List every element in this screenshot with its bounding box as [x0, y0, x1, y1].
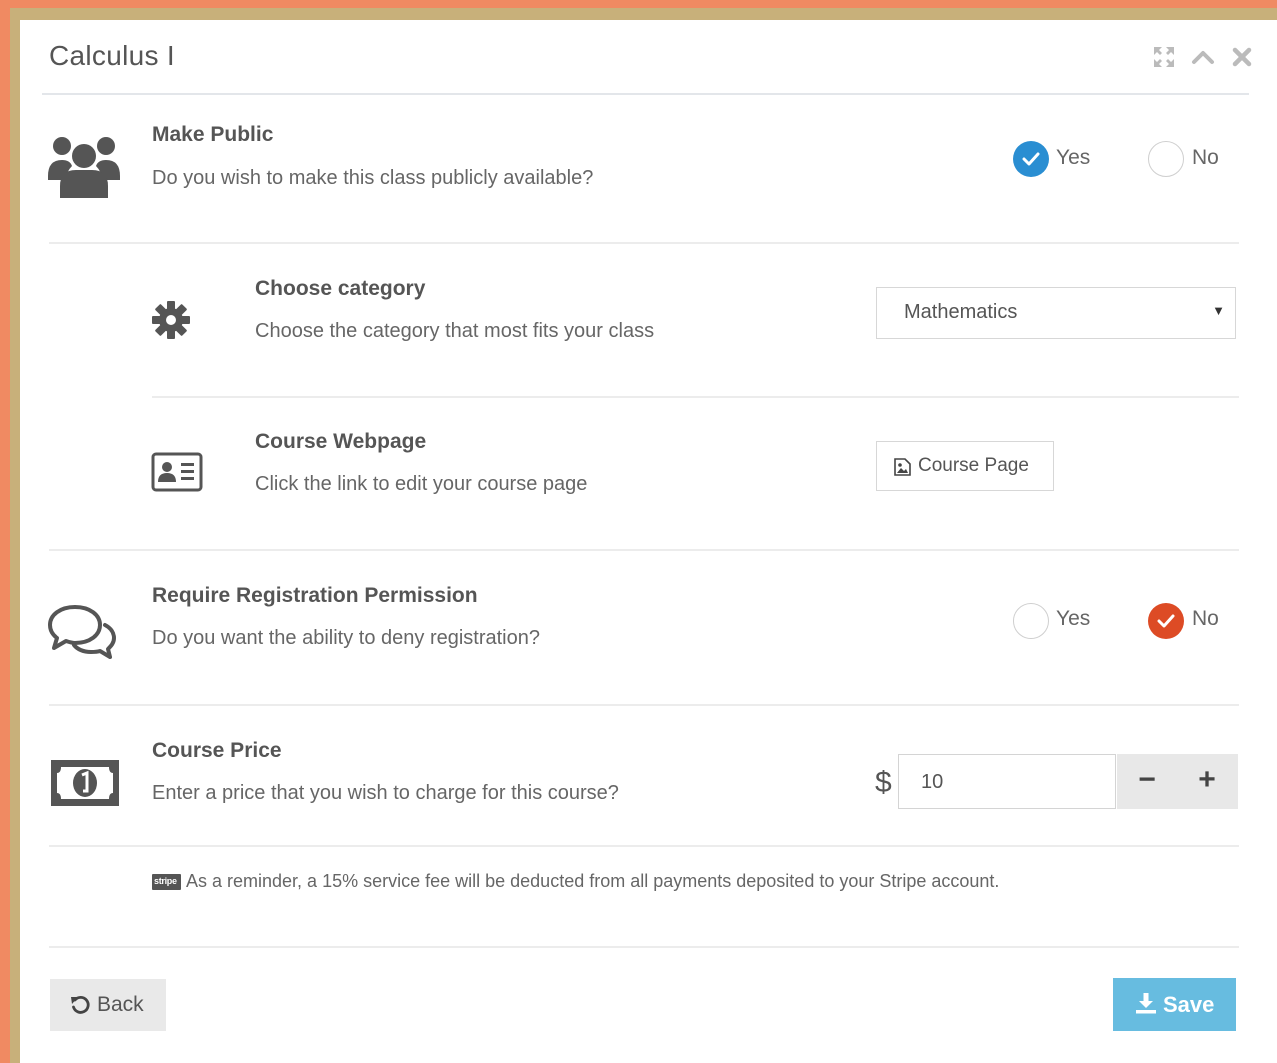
check-icon [1157, 614, 1175, 628]
section-divider [49, 242, 1239, 244]
currency-symbol: $ [875, 766, 892, 799]
panel-title: Calculus I [49, 40, 175, 71]
course-settings-panel: Calculus I Make Public Do you wish to ma… [20, 20, 1277, 1063]
subsection-divider [152, 396, 1239, 398]
section-divider [49, 704, 1239, 706]
make-public-description: Do you wish to make this class publicly … [152, 167, 594, 189]
price-stepper: − + [1117, 754, 1238, 809]
make-public-title: Make Public [152, 123, 274, 146]
section-divider [49, 946, 1239, 948]
header-divider [42, 93, 1249, 95]
save-button[interactable]: Save [1113, 978, 1236, 1031]
webpage-title: Course Webpage [255, 430, 427, 453]
decrement-button[interactable]: − [1117, 754, 1177, 809]
comments-icon [48, 605, 116, 659]
price-input[interactable]: 10 [898, 754, 1116, 809]
back-button-label: Back [97, 993, 144, 1016]
expand-icon[interactable] [1151, 44, 1177, 70]
users-icon [48, 137, 120, 198]
id-card-icon [151, 452, 203, 492]
money-icon [51, 760, 119, 806]
section-divider [49, 845, 1239, 847]
registration-no-radio[interactable] [1148, 603, 1184, 639]
registration-yes-radio[interactable] [1013, 603, 1049, 639]
price-title: Course Price [152, 739, 282, 762]
image-file-icon [894, 458, 911, 476]
plus-icon: + [1198, 763, 1216, 796]
close-icon[interactable] [1229, 44, 1255, 70]
stripe-icon: stripe [152, 874, 181, 890]
registration-title: Require Registration Permission [152, 584, 478, 607]
make-public-no-radio[interactable] [1148, 141, 1184, 177]
course-page-button-label: Course Page [918, 455, 1029, 476]
back-button[interactable]: Back [50, 979, 166, 1031]
section-divider [49, 549, 1239, 551]
course-page-button[interactable]: Course Page [876, 441, 1054, 491]
make-public-no-label[interactable]: No [1192, 146, 1219, 170]
registration-no-label[interactable]: No [1192, 607, 1219, 631]
registration-description: Do you want the ability to deny registra… [152, 627, 540, 649]
gear-icon [152, 301, 190, 339]
service-fee-reminder: As a reminder, a 15% service fee will be… [186, 871, 1000, 891]
price-input-value: 10 [921, 771, 944, 793]
category-select[interactable]: Mathematics ▼ [876, 287, 1236, 339]
check-icon [1022, 152, 1040, 166]
download-icon [1136, 993, 1156, 1014]
category-title: Choose category [255, 277, 426, 300]
category-description: Choose the category that most fits your … [255, 320, 655, 342]
make-public-yes-radio[interactable] [1013, 141, 1049, 177]
registration-yes-label[interactable]: Yes [1056, 607, 1090, 631]
save-button-label: Save [1163, 992, 1215, 1017]
increment-button[interactable]: + [1177, 754, 1237, 809]
category-select-value: Mathematics [904, 301, 1018, 323]
price-description: Enter a price that you wish to charge fo… [152, 782, 619, 804]
make-public-yes-label[interactable]: Yes [1056, 146, 1090, 170]
caret-down-icon: ▼ [1212, 303, 1225, 318]
webpage-description: Click the link to edit your course page [255, 473, 588, 495]
collapse-icon[interactable] [1190, 44, 1216, 70]
undo-icon [71, 995, 90, 1014]
minus-icon: − [1138, 763, 1156, 796]
